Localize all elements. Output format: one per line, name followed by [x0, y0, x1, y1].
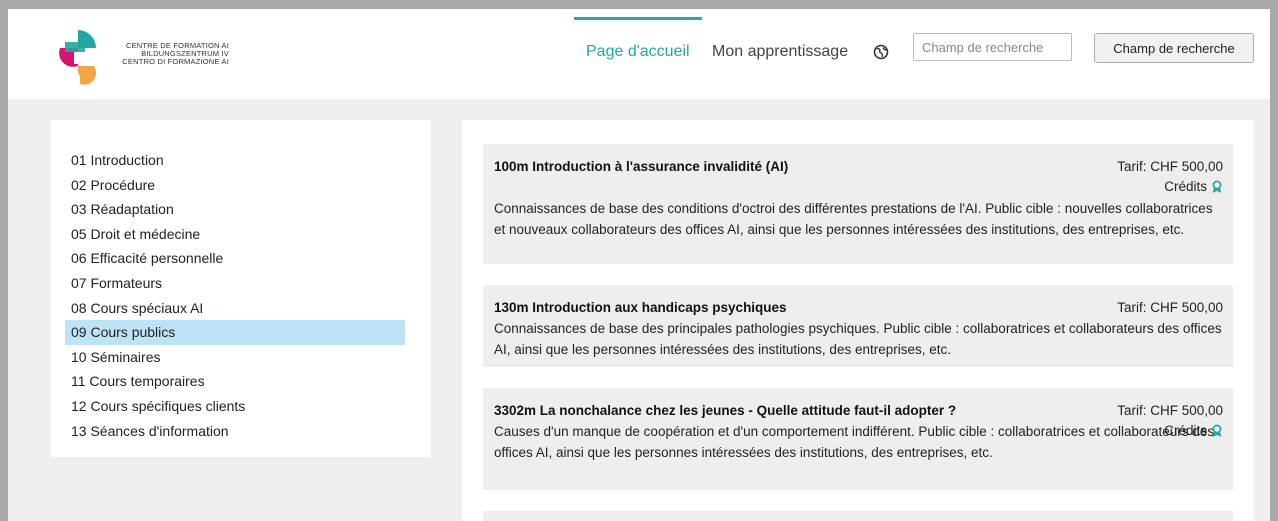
course-card[interactable]: 3302m La nonchalance chez les jeunes - Q… — [483, 388, 1233, 490]
course-price: Tarif: CHF 500,00 — [1117, 159, 1223, 174]
sidebar-item-seminaires[interactable]: 10 Séminaires — [65, 345, 405, 370]
course-list: 100m Introduction à l'assurance invalidi… — [462, 120, 1254, 521]
page-frame: CENTRE DE FORMATION AI BILDUNGSZENTRUM I… — [8, 9, 1270, 521]
search-button[interactable]: Champ de recherche — [1094, 33, 1254, 63]
sidebar-item-cours-clients[interactable]: 12 Cours spécifiques clients — [65, 394, 405, 419]
header: CENTRE DE FORMATION AI BILDUNGSZENTRUM I… — [8, 9, 1270, 99]
course-card[interactable] — [483, 511, 1233, 521]
globe-icon[interactable] — [873, 44, 889, 60]
course-credits: Crédits — [1117, 421, 1223, 441]
credits-label: Crédits — [1164, 423, 1207, 438]
course-price: Tarif: CHF 500,00 — [1117, 300, 1223, 315]
course-description: Connaissances de base des principales pa… — [494, 321, 1222, 357]
sidebar-item-cours-speciaux[interactable]: 08 Cours spéciaux AI — [65, 296, 405, 321]
nav-learning-link[interactable]: Mon apprentissage — [712, 43, 848, 61]
sidebar-item-procedure[interactable]: 02 Procédure — [65, 173, 405, 198]
sidebar-item-formateurs[interactable]: 07 Formateurs — [65, 271, 405, 296]
course-card[interactable]: 100m Introduction à l'assurance invalidi… — [483, 144, 1233, 264]
course-title[interactable]: 3302m La nonchalance chez les jeunes - Q… — [494, 401, 984, 421]
search-input[interactable] — [913, 33, 1072, 61]
course-price-block: Tarif: CHF 500,00 Crédits — [1117, 401, 1223, 441]
logo-text: CENTRE DE FORMATION AI BILDUNGSZENTRUM I… — [99, 42, 229, 66]
nav-home-link[interactable]: Page d'accueil — [586, 43, 690, 61]
sidebar-item-introduction[interactable]: 01 Introduction — [65, 148, 405, 173]
course-price-block: Tarif: CHF 500,00 Crédits — [1117, 157, 1223, 197]
sidebar-item-cours-publics[interactable]: 09 Cours publics — [65, 320, 405, 345]
logo[interactable]: CENTRE DE FORMATION AI BILDUNGSZENTRUM I… — [52, 26, 252, 88]
course-price-block: Tarif: CHF 500,00 — [1117, 298, 1223, 318]
course-title[interactable]: 130m Introduction aux handicaps psychiqu… — [494, 298, 984, 318]
course-credits: Crédits — [1117, 177, 1223, 197]
course-description: Connaissances de base des conditions d'o… — [494, 201, 1213, 237]
course-title[interactable]: 100m Introduction à l'assurance invalidi… — [494, 157, 984, 177]
sidebar-item-seances[interactable]: 13 Séances d'information — [65, 419, 405, 444]
sidebar: 01 Introduction 02 Procédure 03 Réadapta… — [51, 120, 431, 457]
award-icon — [1212, 424, 1222, 437]
logo-line-it: CENTRO DI FORMAZIONE AI — [122, 57, 229, 66]
sidebar-item-readaptation[interactable]: 03 Réadaptation — [65, 197, 405, 222]
sidebar-list: 01 Introduction 02 Procédure 03 Réadapta… — [65, 148, 405, 443]
sidebar-item-efficacite[interactable]: 06 Efficacité personnelle — [65, 246, 405, 271]
sidebar-item-cours-temporaires[interactable]: 11 Cours temporaires — [65, 369, 405, 394]
course-description: Causes d'un manque de coopération et d'u… — [494, 424, 1215, 460]
sidebar-item-droit-medecine[interactable]: 05 Droit et médecine — [65, 222, 405, 247]
course-card[interactable]: 130m Introduction aux handicaps psychiqu… — [483, 285, 1233, 367]
course-price: Tarif: CHF 500,00 — [1117, 403, 1223, 418]
credits-label: Crédits — [1164, 179, 1207, 194]
award-icon — [1212, 180, 1222, 193]
nav-active-indicator — [574, 17, 702, 20]
